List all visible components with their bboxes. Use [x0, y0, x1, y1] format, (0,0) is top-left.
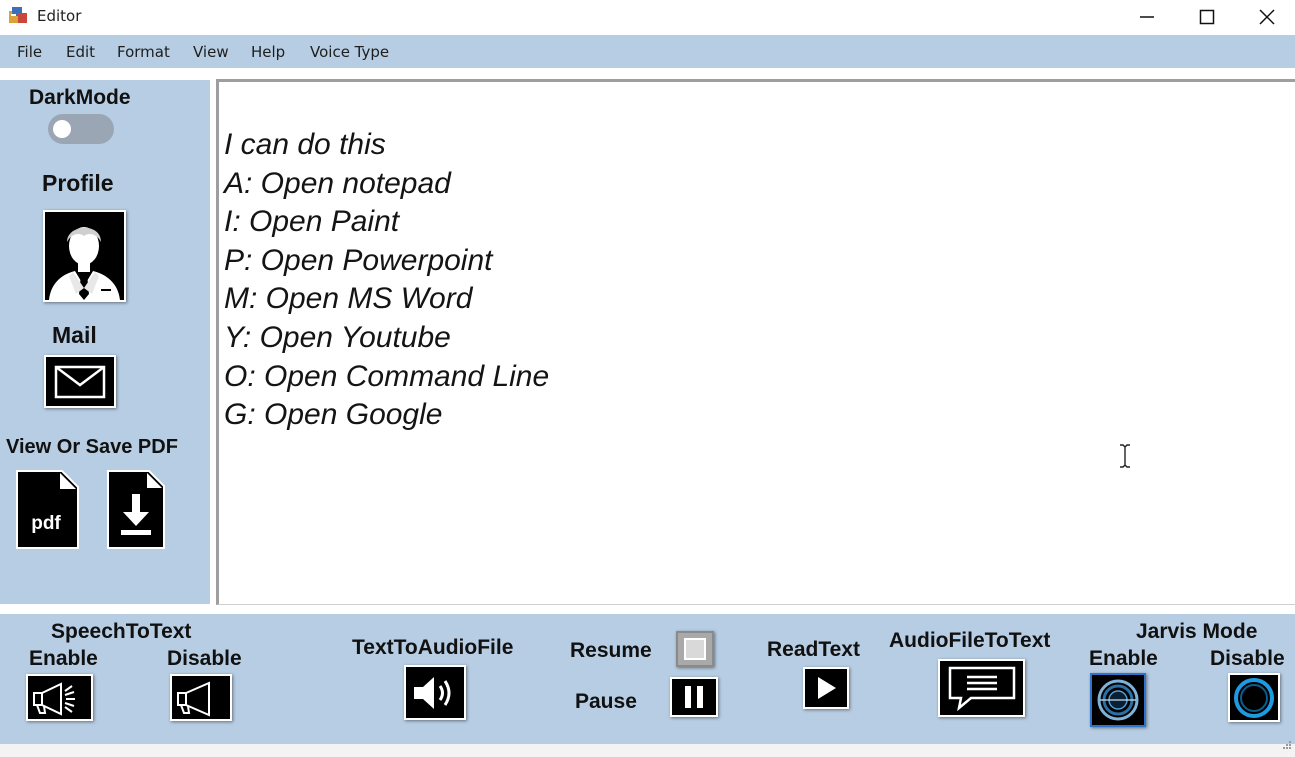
megaphone-on-icon [32, 681, 75, 716]
close-icon [1259, 8, 1275, 25]
play-icon [818, 677, 836, 699]
editor-line: A: Open notepad [224, 166, 451, 200]
audio-to-text-label: AudioFileToText [889, 629, 1051, 652]
maximize-icon [1199, 9, 1215, 24]
close-button[interactable] [1237, 0, 1295, 33]
svg-text:pdf: pdf [31, 513, 61, 534]
stt-disable-label: Disable [167, 647, 242, 670]
window-title: Editor [37, 7, 82, 25]
text-to-audio-button[interactable] [404, 665, 466, 720]
chat-bubble-icon [948, 666, 1015, 711]
speech-to-text-label: SpeechToText [51, 620, 192, 643]
megaphone-off-icon [177, 680, 210, 717]
jarvis-enable-label: Enable [1089, 647, 1158, 670]
editor-line: G: Open Google [224, 398, 443, 432]
mail-label: Mail [52, 322, 97, 348]
darkmode-label: DarkMode [29, 86, 131, 109]
mail-button[interactable] [44, 355, 116, 408]
save-pdf-button[interactable] [107, 470, 165, 549]
menu-format[interactable]: Format [117, 43, 170, 61]
pause-button[interactable] [670, 677, 718, 717]
editor-line: O: Open Command Line [224, 359, 550, 393]
app-icon [9, 7, 27, 23]
editor-line: M: Open MS Word [224, 282, 473, 316]
menu-view[interactable]: View [193, 43, 229, 61]
status-strip [0, 741, 1295, 757]
pdf-section-label: View Or Save PDF [6, 436, 178, 458]
editor-line: Y: Open Youtube [224, 320, 451, 354]
speaker-icon [414, 676, 451, 709]
text-editor[interactable]: I can do this A: Open notepad I: Open Pa… [216, 79, 1295, 605]
jarvis-enable-button[interactable] [1090, 673, 1146, 727]
menu-bar: File Edit Format View Help Voice Type [0, 35, 1295, 68]
jarvis-ring-icon [1234, 677, 1274, 718]
menu-file[interactable]: File [17, 43, 42, 61]
text-to-audio-label: TextToAudioFile [352, 636, 514, 659]
text-cursor-icon [1118, 444, 1132, 473]
mail-icon [54, 365, 106, 398]
title-bar: Editor [0, 0, 1295, 33]
stt-enable-button[interactable] [26, 674, 93, 721]
jarvis-disable-label: Disable [1210, 647, 1285, 670]
darkmode-toggle[interactable] [48, 114, 114, 144]
resume-label: Resume [570, 639, 652, 662]
user-avatar-icon [45, 212, 124, 300]
minimize-icon [1140, 15, 1154, 18]
menu-help[interactable]: Help [251, 43, 285, 61]
view-pdf-button[interactable]: pdf [16, 470, 79, 549]
jarvis-ring-icon [1097, 679, 1139, 721]
minimize-button[interactable] [1117, 0, 1177, 33]
pause-label: Pause [575, 690, 637, 713]
read-text-button[interactable] [803, 667, 849, 709]
resume-button[interactable] [676, 631, 714, 667]
download-file-icon [107, 470, 165, 549]
audio-to-text-button[interactable] [938, 659, 1025, 717]
resize-grip-icon[interactable] [1282, 737, 1292, 755]
jarvis-disable-button[interactable] [1228, 673, 1280, 722]
editor-line: P: Open Powerpoint [224, 243, 493, 277]
pdf-file-icon: pdf [16, 470, 79, 549]
profile-label: Profile [42, 170, 114, 196]
stop-square-icon [684, 638, 706, 660]
jarvis-mode-label: Jarvis Mode [1136, 620, 1258, 643]
read-text-label: ReadText [767, 638, 860, 661]
stt-disable-button[interactable] [170, 674, 232, 721]
profile-button[interactable] [43, 210, 126, 302]
pause-icon [685, 686, 703, 708]
menu-voice-type[interactable]: Voice Type [310, 43, 389, 61]
editor-content: I can do this A: Open notepad I: Open Pa… [224, 126, 549, 435]
editor-line: I: Open Paint [224, 205, 400, 239]
toggle-knob [53, 120, 71, 138]
menu-edit[interactable]: Edit [66, 43, 95, 61]
stt-enable-label: Enable [29, 647, 98, 670]
maximize-button[interactable] [1177, 0, 1237, 33]
editor-line: I can do this [224, 128, 386, 161]
